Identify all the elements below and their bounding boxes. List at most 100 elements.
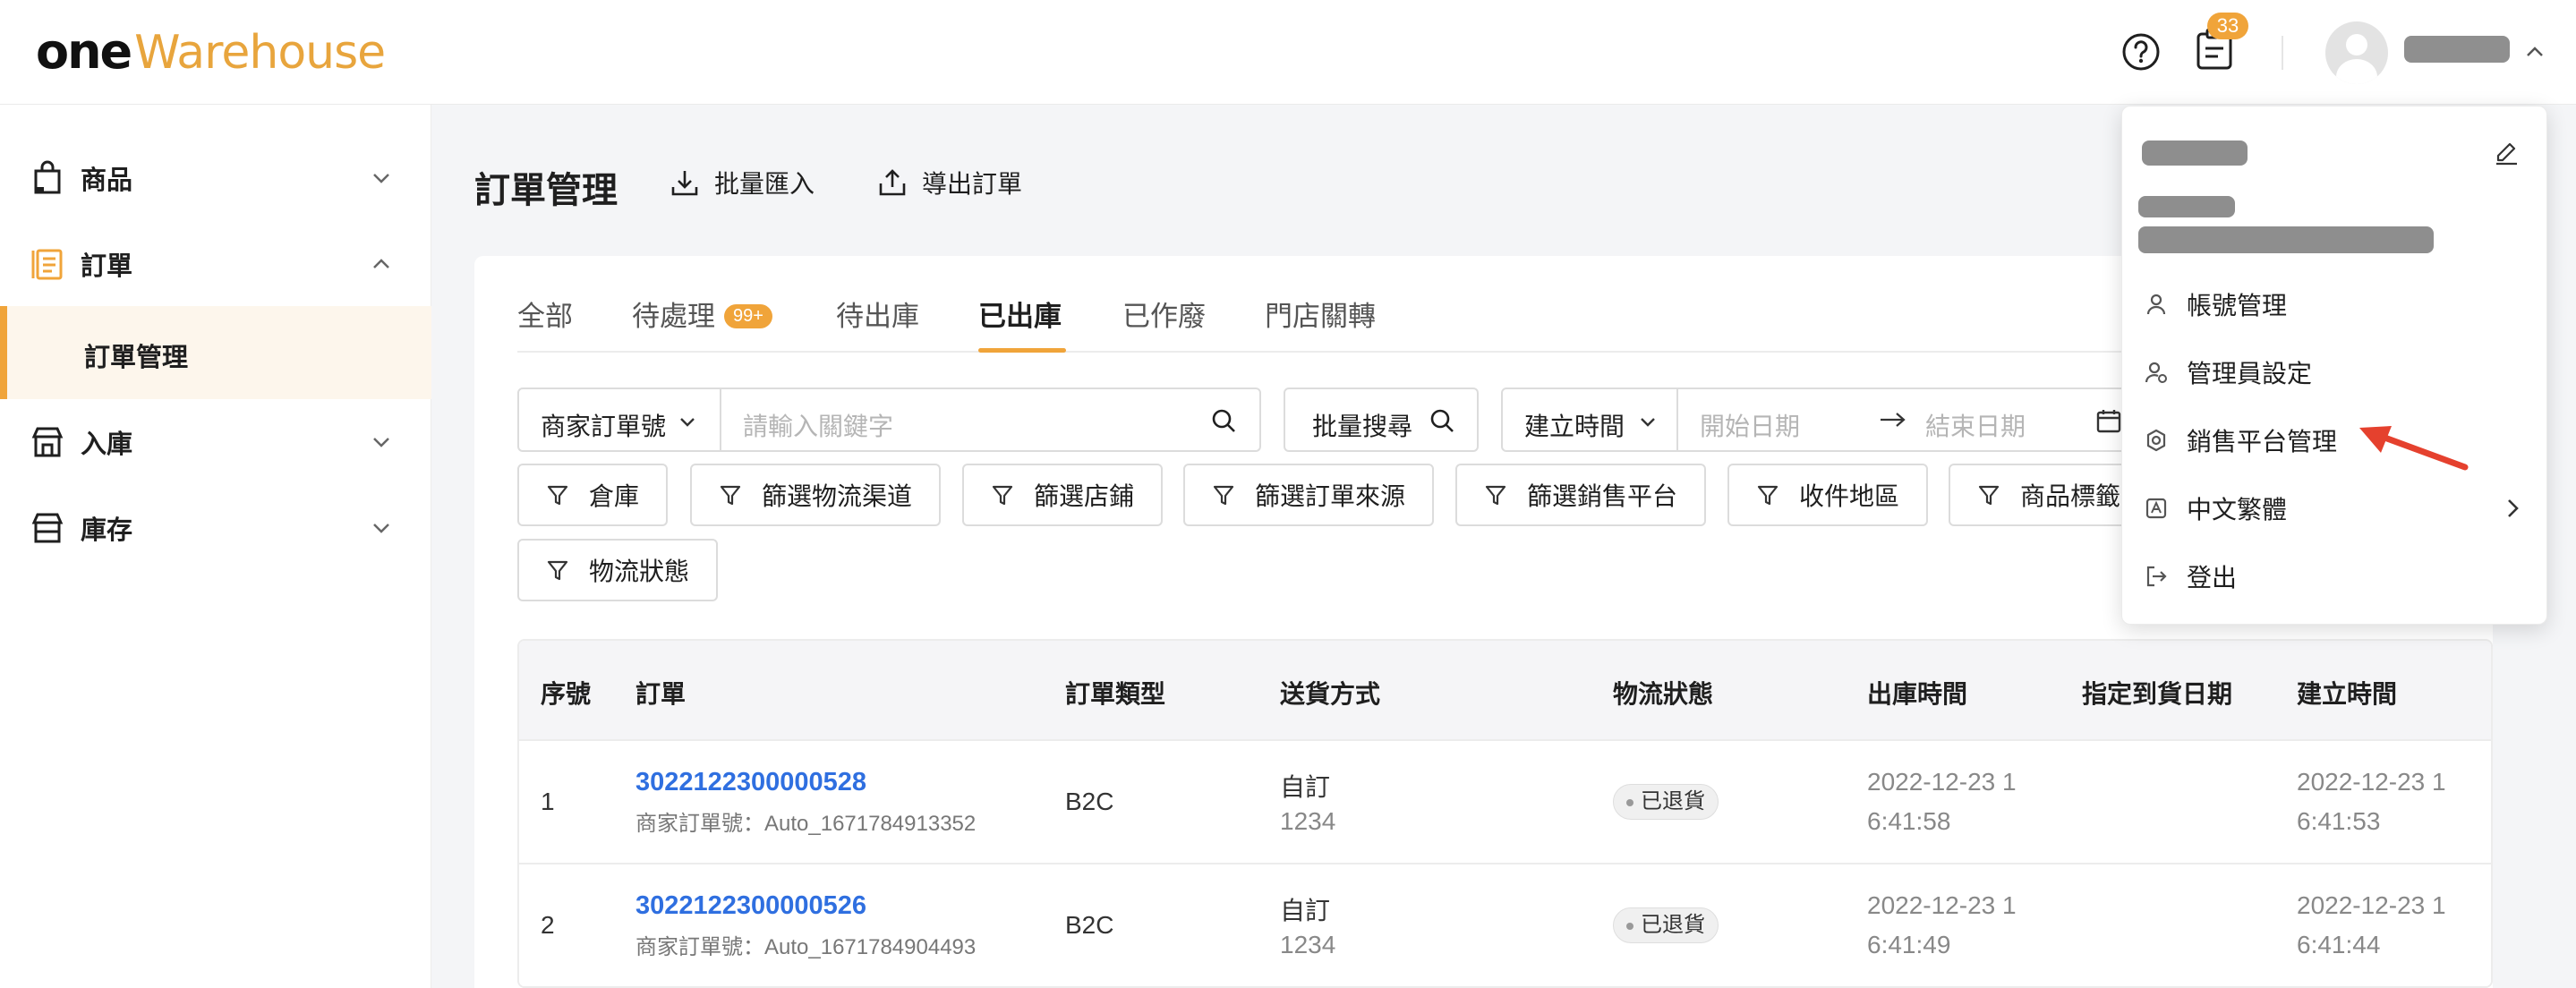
merchant-order-number: 商家訂單號：Auto_1671784904493 (635, 935, 977, 959)
order-number-link[interactable]: 3022122300000528 (635, 768, 866, 797)
export-orders-button[interactable]: 導出訂單 (877, 165, 1022, 200)
created-time: 2022-12-23 1 (2297, 891, 2446, 919)
tab-shipped[interactable]: 已出庫 (978, 294, 1062, 334)
tab-voided[interactable]: 已作廢 (1122, 294, 1206, 334)
column-header-logistics-status: 物流狀態 (1613, 680, 1714, 708)
menu-item-label: 中文繁體 (2187, 496, 2288, 524)
tab-pending[interactable]: 待處理 99+ (632, 294, 772, 334)
pencil-icon[interactable] (2493, 139, 2520, 166)
calendar-icon[interactable] (2095, 407, 2122, 434)
sidebar-item-label: 訂單 (81, 252, 133, 281)
logo-one-text: one (36, 23, 132, 80)
chevron-down-icon[interactable] (369, 430, 394, 455)
filter-logistics-channel-button[interactable]: 篩選物流渠道 (690, 464, 942, 526)
filter-recipient-region-button[interactable]: 收件地區 (1727, 464, 1929, 526)
filter-label: 篩選店鋪 (1034, 482, 1135, 510)
start-date-input[interactable]: 開始日期 (1700, 407, 1800, 443)
filter-order-source-button[interactable]: 篩選訂單來源 (1183, 464, 1435, 526)
top-header: one Warehouse 33 (0, 0, 2576, 105)
sidebar-subitem-order-management[interactable]: 訂單管理 (0, 306, 431, 399)
user-icon (2146, 294, 2166, 315)
filter-label: 篩選銷售平台 (1527, 482, 1678, 510)
chevron-right-icon (2508, 499, 2519, 517)
filter-icon (720, 485, 741, 506)
created-time-cont: 6:41:53 (2297, 807, 2381, 835)
menu-item-logout[interactable]: 登出 (2122, 545, 2548, 608)
search-type-select[interactable]: 商家訂單號 (541, 407, 666, 443)
chevron-down-icon[interactable] (677, 411, 698, 432)
filter-label: 篩選訂單來源 (1255, 482, 1406, 510)
inventory-store-icon (31, 513, 64, 543)
sidebar-item-inventory[interactable]: 庫存 (0, 485, 431, 571)
search-icon[interactable] (1210, 407, 1237, 434)
filter-sales-platform-button[interactable]: 篩選銷售平台 (1455, 464, 1707, 526)
column-header-order-type: 訂單類型 (1065, 680, 1166, 708)
end-date-input[interactable]: 結束日期 (1925, 407, 2026, 443)
sidebar-item-label: 庫存 (81, 516, 133, 545)
user-avatar-icon[interactable] (2325, 21, 2388, 84)
filter-icon (992, 485, 1013, 506)
order-number-link[interactable]: 3022122300000526 (635, 891, 866, 921)
user-name-redacted (2142, 141, 2248, 166)
column-header-outbound-time: 出庫時間 (1867, 680, 1968, 708)
column-header-delivery-date: 指定到貨日期 (2082, 680, 2233, 708)
admin-user-icon (2145, 362, 2167, 383)
chevron-up-icon[interactable] (369, 251, 394, 277)
orders-table: 序號 訂單 訂單類型 送貨方式 物流狀態 出庫時間 指定到貨日期 建立時間 1 … (517, 639, 2493, 988)
filter-icon (547, 560, 568, 581)
batch-import-label: 批量匯入 (714, 170, 815, 198)
chevron-down-icon[interactable] (369, 515, 394, 541)
filter-icon (547, 485, 568, 506)
menu-item-account-management[interactable]: 帳號管理 (2122, 273, 2548, 336)
sidebar-item-products[interactable]: 商品 (0, 135, 431, 221)
tab-awaiting-outbound[interactable]: 待出庫 (836, 294, 919, 334)
chevron-up-icon[interactable] (2522, 39, 2547, 64)
menu-item-label: 帳號管理 (2187, 292, 2288, 319)
created-time: 2022-12-23 1 (2297, 768, 2446, 796)
question-circle-icon[interactable] (2121, 32, 2161, 72)
time-type-select[interactable]: 建立時間 (1524, 407, 1625, 443)
order-type: B2C (1065, 911, 1114, 939)
page-title: 訂單管理 (474, 171, 618, 210)
filter-product-tag-button[interactable]: 商品標籤 (1949, 464, 2150, 526)
sidebar-item-orders[interactable]: 訂單 (0, 221, 431, 307)
status-badge: 已退貨 (1613, 784, 1719, 820)
menu-item-sales-platform-management[interactable]: 銷售平台管理 (2122, 409, 2548, 472)
status-badge: 已退貨 (1613, 907, 1719, 943)
menu-item-language[interactable]: 中文繁體 (2122, 477, 2548, 540)
tab-store-transfer[interactable]: 門店關轉 (1265, 294, 1376, 334)
filter-icon (1978, 485, 2000, 506)
chevron-down-icon[interactable] (369, 166, 394, 191)
search-input[interactable]: 請輸入關鍵字 (743, 407, 893, 443)
keyword-search-group: 商家訂單號 請輸入關鍵字 (517, 388, 1261, 452)
outbound-time-cont: 6:41:58 (1867, 807, 1951, 835)
search-icon (1430, 409, 1454, 432)
table-row: 1 3022122300000528 商家訂單號：Auto_1671784913… (519, 741, 2491, 864)
filter-store-button[interactable]: 篩選店鋪 (962, 464, 1164, 526)
header-divider (2282, 36, 2283, 70)
sidebar-item-inbound[interactable]: 入庫 (0, 399, 431, 485)
table-header: 序號 訂單 訂單類型 送貨方式 物流狀態 出庫時間 指定到貨日期 建立時間 (519, 641, 2491, 741)
notification-badge: 33 (2207, 13, 2248, 39)
chevron-down-icon[interactable] (1637, 411, 1659, 432)
batch-import-button[interactable]: 批量匯入 (670, 165, 815, 200)
tab-all[interactable]: 全部 (517, 294, 573, 334)
created-time-cont: 6:41:44 (2297, 931, 2381, 958)
row-index: 1 (541, 788, 555, 815)
batch-search-label: 批量搜尋 (1312, 413, 1413, 440)
username-redacted[interactable] (2404, 36, 2510, 63)
upload-icon (879, 169, 906, 196)
download-icon (671, 171, 698, 196)
tab-pending-label: 待處理 (632, 301, 715, 332)
filter-icon (1485, 485, 1506, 506)
filter-warehouse-button[interactable]: 倉庫 (517, 464, 669, 526)
filter-logistics-status-button[interactable]: 物流狀態 (517, 539, 719, 601)
column-header-created-time: 建立時間 (2297, 680, 2398, 708)
sidebar-subitem-label: 訂單管理 (84, 344, 189, 372)
menu-item-admin-settings[interactable]: 管理員設定 (2122, 341, 2548, 404)
shipping-method: 自訂 (1280, 773, 1331, 801)
logo[interactable]: one Warehouse (36, 23, 386, 81)
sidebar-item-label: 入庫 (81, 430, 133, 459)
batch-search-button[interactable]: 批量搜尋 (1284, 388, 1479, 452)
settings-gear-icon (2146, 429, 2166, 452)
